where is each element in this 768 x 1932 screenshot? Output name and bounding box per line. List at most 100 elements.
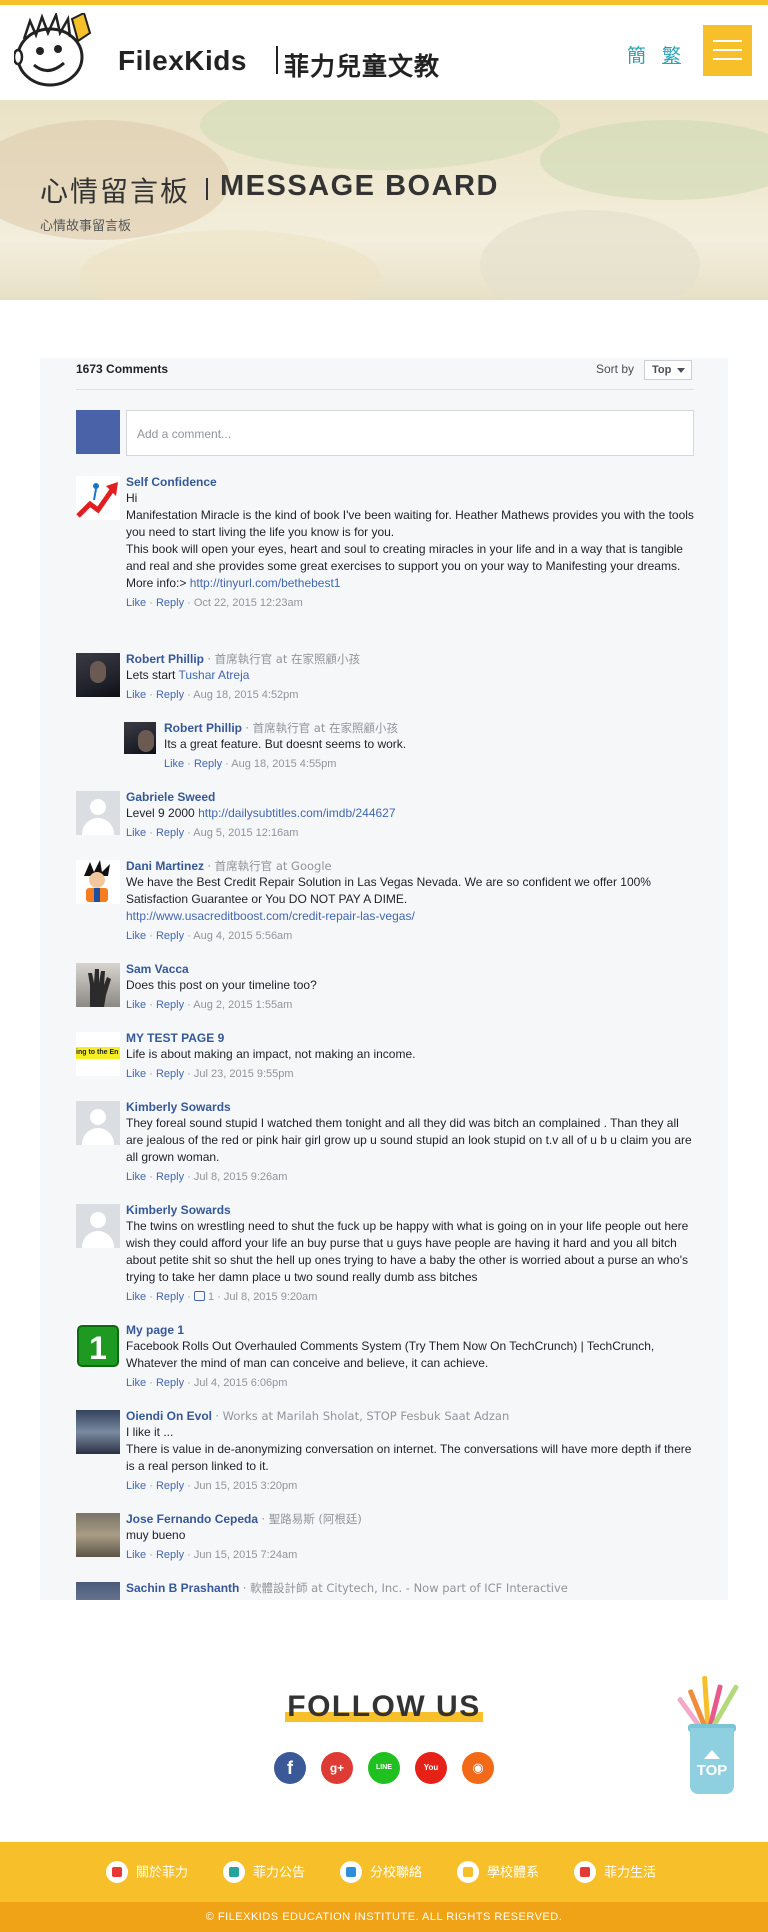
avatar[interactable] [76, 1101, 120, 1145]
avatar[interactable] [76, 1204, 120, 1248]
avatar[interactable] [76, 1513, 120, 1557]
reply-link[interactable]: Reply [156, 930, 184, 942]
comment-date[interactable]: Jul 8, 2015 9:20am [224, 1291, 318, 1303]
footer-nav-announcements[interactable]: 菲力公告 [223, 1861, 305, 1883]
commenter-name[interactable]: Jose Fernando Cepeda [126, 1512, 258, 1526]
reply-link[interactable]: Reply [156, 999, 184, 1011]
like-link[interactable]: Like [126, 597, 146, 609]
comment-date[interactable]: Aug 18, 2015 4:52pm [193, 689, 298, 701]
reply-link[interactable]: Reply [156, 689, 184, 701]
lang-simplified-link[interactable]: 簡 [627, 41, 646, 68]
avatar[interactable]: 1 [76, 1324, 120, 1368]
avatar[interactable]: ing to the En [76, 1032, 120, 1076]
footer-nav-branches[interactable]: 分校聯絡 [340, 1861, 422, 1883]
like-link[interactable]: Like [126, 1068, 146, 1080]
reply-link[interactable]: Reply [156, 1068, 184, 1080]
like-count[interactable]: 1 [208, 1291, 214, 1303]
facebook-icon[interactable]: f [274, 1752, 306, 1784]
commenter-name[interactable]: MY TEST PAGE 9 [126, 1031, 224, 1045]
commenter-name[interactable]: Robert Phillip [164, 721, 242, 735]
sort-label: Sort by [596, 362, 635, 376]
weibo-icon[interactable]: ◉ [462, 1752, 494, 1784]
footer-nav-label: 學校體系 [487, 1865, 540, 1881]
footer-nav-about[interactable]: 關於菲力 [106, 1861, 188, 1883]
footer-nav-life[interactable]: 菲力生活 [574, 1861, 656, 1883]
comment-date[interactable]: Jul 23, 2015 9:55pm [194, 1068, 294, 1080]
like-link[interactable]: Like [126, 930, 146, 942]
mention-link[interactable]: Tushar Atreja [178, 668, 249, 682]
commenter-name[interactable]: Self Confidence [126, 475, 217, 489]
commenter-name[interactable]: Robert Phillip [126, 652, 204, 666]
comment-date[interactable]: Aug 18, 2015 4:55pm [231, 758, 336, 770]
like-link[interactable]: Like [164, 758, 184, 770]
menu-bar-icon [713, 49, 742, 51]
commenter-name[interactable]: Sachin B Prashanth [126, 1581, 239, 1595]
comment-date[interactable]: Aug 4, 2015 5:56am [193, 930, 292, 942]
like-link[interactable]: Like [126, 999, 146, 1011]
like-link[interactable]: Like [126, 1377, 146, 1389]
comment-input[interactable]: Add a comment... [126, 410, 694, 456]
avatar[interactable] [76, 653, 120, 697]
like-link[interactable]: Like [126, 1480, 146, 1492]
reply-link[interactable]: Reply [156, 827, 184, 839]
commenter-name[interactable]: Gabriele Sweed [126, 790, 215, 804]
commenter-name[interactable]: Kimberly Sowards [126, 1203, 231, 1217]
like-link[interactable]: Like [126, 1291, 146, 1303]
reply-link[interactable]: Reply [156, 1291, 184, 1303]
banner-decoration [80, 230, 380, 300]
reply-link[interactable]: Reply [156, 1549, 184, 1561]
comment-text: More info:> [126, 576, 187, 590]
commenter-name[interactable]: Oiendi On Evol [126, 1409, 212, 1423]
hamburger-menu-button[interactable] [703, 25, 752, 76]
footer-nav-school-system[interactable]: 學校體系 [457, 1861, 540, 1883]
comment-date[interactable]: Jul 8, 2015 9:26am [194, 1171, 288, 1183]
comment-link[interactable]: http://dailysubtitles.com/imdb/244627 [198, 806, 395, 820]
follow-us-section: FOLLOW US [0, 1690, 768, 1724]
comment-date[interactable]: Jun 15, 2015 7:24am [194, 1549, 297, 1561]
like-link[interactable]: Like [126, 689, 146, 701]
reply-link[interactable]: Reply [156, 1377, 184, 1389]
logo-mascot-icon[interactable] [14, 13, 100, 93]
avatar[interactable] [124, 722, 156, 754]
brand-name-chinese[interactable]: 菲力兒童文教 [284, 47, 440, 83]
thumbs-up-icon [193, 1291, 205, 1301]
back-to-top-button[interactable]: TOP [676, 1672, 742, 1798]
comment-date[interactable]: Aug 5, 2015 12:16am [193, 827, 298, 839]
like-link[interactable]: Like [126, 827, 146, 839]
reply-link[interactable]: Reply [156, 1480, 184, 1492]
brand-name[interactable]: FilexKids [118, 45, 247, 77]
avatar[interactable] [76, 860, 120, 904]
google-plus-icon[interactable]: g+ [321, 1752, 353, 1784]
commenter-name[interactable]: Sam Vacca [126, 962, 189, 976]
commenter-name[interactable]: Kimberly Sowards [126, 1100, 231, 1114]
sort-dropdown[interactable]: Top [644, 360, 692, 380]
heart-icon-fill [580, 1867, 590, 1877]
avatar[interactable] [76, 1410, 120, 1454]
like-link[interactable]: Like [126, 1549, 146, 1561]
comment-date[interactable]: Jul 4, 2015 6:06pm [194, 1377, 288, 1389]
banner-decoration [540, 120, 768, 200]
avatar[interactable] [76, 791, 120, 835]
avatar[interactable] [76, 1582, 120, 1600]
comment-date[interactable]: Oct 22, 2015 12:23am [194, 597, 303, 609]
lang-traditional-link[interactable]: 繁 [662, 41, 681, 68]
avatar-text: ing to the En [76, 1047, 120, 1059]
commenter-name[interactable]: My page 1 [126, 1323, 184, 1337]
avatar[interactable] [76, 963, 120, 1007]
comment-text: muy bueno [126, 1528, 186, 1542]
comment-text: Manifestation Miracle is the kind of boo… [126, 508, 694, 539]
comment-date[interactable]: Jun 15, 2015 3:20pm [194, 1480, 297, 1492]
youtube-icon[interactable]: You Tube [415, 1752, 447, 1804]
reply-link[interactable]: Reply [156, 597, 184, 609]
books-icon-fill [463, 1867, 473, 1877]
commenter-name[interactable]: Dani Martinez [126, 859, 204, 873]
reply-link[interactable]: Reply [194, 758, 222, 770]
avatar[interactable] [76, 476, 120, 520]
comment-link[interactable]: http://www.usacreditboost.com/credit-rep… [126, 909, 415, 923]
like-link[interactable]: Like [126, 1171, 146, 1183]
reply-link[interactable]: Reply [156, 1171, 184, 1183]
comment-link[interactable]: http://tinyurl.com/bethebest1 [190, 576, 341, 590]
comment-date[interactable]: Aug 2, 2015 1:55am [193, 999, 292, 1011]
trend-arrow-icon [76, 482, 118, 518]
line-icon[interactable]: LINE [368, 1752, 400, 1784]
